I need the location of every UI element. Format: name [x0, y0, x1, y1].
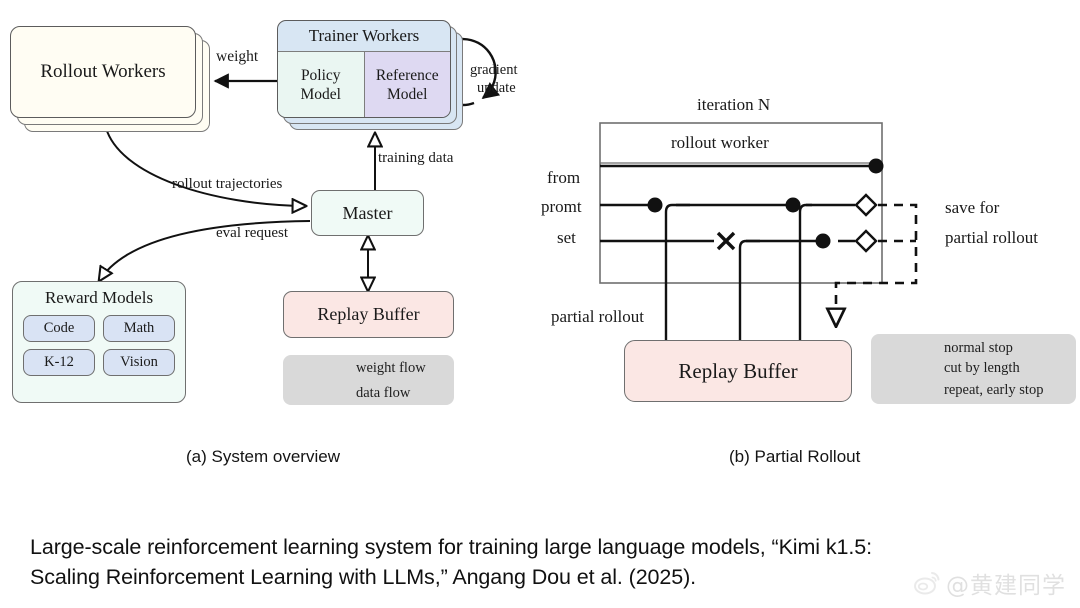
edge-label-weight: weight [216, 48, 259, 65]
panel-b-label-promt: promt [541, 197, 582, 216]
reward-model-chip-math[interactable]: Math [103, 315, 175, 342]
node-replay-buffer-b-label: Replay Buffer [678, 358, 798, 383]
legend-a-label-weight-flow: weight flow [356, 360, 426, 376]
legend-b-label-cut-by-length: cut by length [944, 360, 1020, 376]
figure-caption-line2: Scaling Reinforcement Learning with LLMs… [30, 565, 697, 589]
reward-model-chip-code[interactable]: Code [23, 315, 95, 342]
edge-label-gradient-update-line1: gradient [470, 62, 518, 78]
screenshot-root: Rollout Workers Trainer Workers Policy M… [0, 0, 1080, 608]
panel-b-label-set: set [557, 228, 576, 247]
node-trainer-workers-title: Trainer Workers [278, 21, 450, 52]
node-rollout-workers-label: Rollout Workers [40, 61, 166, 82]
reward-model-chip-k12[interactable]: K-12 [23, 349, 95, 376]
edge-label-rollout-trajectories: rollout trajectories [172, 176, 283, 192]
node-replay-buffer-b[interactable]: Replay Buffer [624, 340, 852, 402]
reward-chip-label-code: Code [43, 320, 75, 336]
figure-caption: Large-scale reinforcement learning syste… [30, 532, 1040, 592]
node-replay-buffer-a[interactable]: Replay Buffer [283, 291, 454, 338]
weibo-icon [914, 572, 940, 595]
panel-b-label-save-for: save for [945, 198, 1000, 217]
legend-b-label-repeat-early-stop: repeat, early stop [944, 382, 1044, 398]
node-reference-model[interactable]: Reference Model [364, 52, 450, 117]
policy-model-label-line1: Policy [300, 67, 341, 84]
figure-caption-line1: Large-scale reinforcement learning syste… [30, 535, 872, 559]
panel-b-caption: (b) Partial Rollout [729, 447, 861, 466]
panel-a-caption: (a) System overview [186, 447, 340, 466]
reference-model-label-line1: Reference [375, 67, 439, 84]
reward-chip-label-math: Math [123, 320, 155, 336]
figure-container: Rollout Workers Trainer Workers Policy M… [0, 0, 1080, 500]
track-1-normal-stop [600, 158, 884, 174]
panel-b-label-partial-rollout: partial rollout [551, 307, 645, 326]
node-policy-model[interactable]: Policy Model [278, 52, 365, 117]
panel-b-title-iteration: iteration N [697, 95, 771, 114]
panel-b-label-from: from [547, 168, 581, 187]
reference-model-label-line2: Model [387, 86, 428, 103]
reward-models-label: Reward Models [44, 288, 154, 307]
node-master[interactable]: Master [311, 190, 424, 236]
edge-label-training-data: training data [378, 150, 454, 166]
node-master-label: Master [342, 202, 393, 223]
panel-b-label-save-for-partial-rollout: partial rollout [945, 228, 1039, 247]
watermark: @黄建同学 [914, 566, 1066, 600]
node-rollout-workers[interactable]: Rollout Workers [10, 26, 196, 118]
node-reward-models[interactable]: Reward Models Code Math K-12 Vision [12, 281, 186, 403]
edge-save-for-partial-rollout [836, 203, 918, 326]
edge-label-eval-request: eval request [216, 225, 289, 241]
node-trainer-workers[interactable]: Trainer Workers Policy Model Reference M… [277, 20, 451, 118]
legend-b-label-normal-stop: normal stop [944, 340, 1013, 356]
trainer-workers-label: Trainer Workers [308, 26, 420, 45]
edge-rollout-trajectories [105, 127, 306, 206]
edge-label-gradient-update-line2: update [477, 80, 516, 96]
policy-model-label-line2: Model [300, 86, 341, 103]
reward-chip-label-k12: K-12 [44, 354, 74, 370]
track-3-segments [600, 229, 878, 345]
rollout-worker-title-label: rollout worker [671, 133, 769, 152]
reward-models-title: Reward Models [13, 282, 185, 308]
cross-marker-repeat-early-stop [716, 231, 736, 251]
legend-a-label-data-flow: data flow [356, 385, 411, 401]
node-replay-buffer-a-label: Replay Buffer [317, 304, 420, 324]
reward-chip-label-vision: Vision [120, 354, 158, 370]
reward-model-chip-vision[interactable]: Vision [103, 349, 175, 376]
watermark-handle: @黄建同学 [946, 573, 1066, 599]
